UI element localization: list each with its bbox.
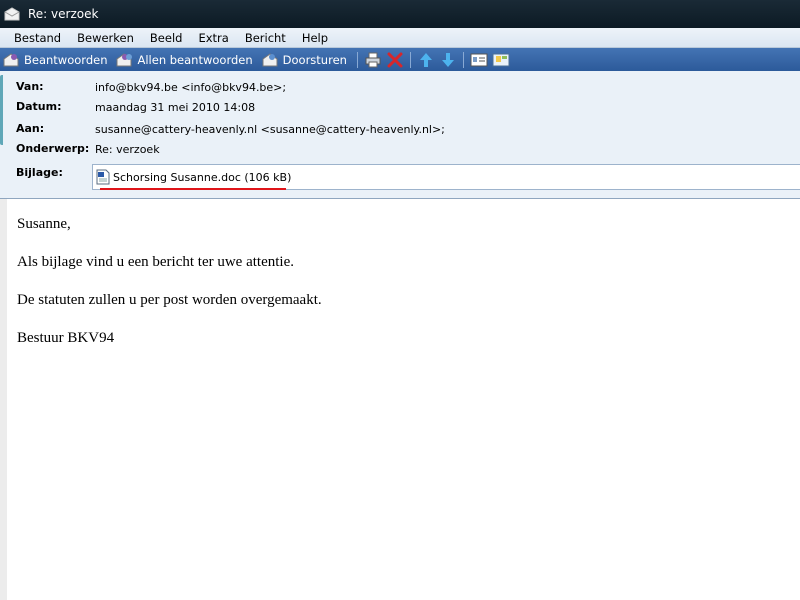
from-value: info@bkv94.be <info@bkv94.be>;: [95, 81, 287, 94]
to-value: susanne@cattery-heavenly.nl <susanne@cat…: [95, 123, 445, 136]
reply-all-icon: [116, 52, 133, 66]
next-button[interactable]: [437, 49, 459, 70]
menu-help[interactable]: Help: [294, 31, 336, 45]
next-icon: [441, 52, 454, 67]
forward-button[interactable]: Doorsturen: [259, 49, 353, 70]
attachment-name: Schorsing Susanne.doc (106 kB): [113, 170, 292, 184]
toolbar-separator: [409, 51, 411, 68]
toolbar-separator: [462, 51, 464, 68]
menu-bestand[interactable]: Bestand: [6, 31, 69, 45]
to-label: Aan:: [16, 122, 45, 135]
toolbar-separator: [356, 51, 358, 68]
menu-bar: Bestand Bewerken Beeld Extra Bericht Hel…: [0, 28, 800, 48]
print-button[interactable]: [362, 49, 384, 70]
previous-icon: [419, 52, 432, 67]
print-icon: [365, 52, 381, 67]
message-header: Van: info@bkv94.be <info@bkv94.be>; Datu…: [0, 71, 800, 199]
reply-label: Beantwoorden: [24, 52, 108, 67]
date-label: Datum:: [16, 100, 62, 113]
title-bar: Re: verzoek: [0, 0, 800, 28]
subject-label: Onderwerp:: [16, 142, 90, 155]
window-title: Re: verzoek: [28, 7, 99, 21]
reply-all-button[interactable]: Allen beantwoorden: [113, 49, 258, 70]
contacts-icon: [470, 53, 488, 66]
forward-icon: [262, 52, 278, 66]
attachment-highlight-underline: [100, 188, 286, 190]
reply-icon: [3, 52, 19, 66]
body-paragraph: Bestuur BKV94: [17, 330, 115, 346]
message-body[interactable]: Susanne, Als bijlage vind u een bericht …: [0, 199, 800, 600]
menu-extra[interactable]: Extra: [190, 31, 236, 45]
body-paragraph: Susanne,: [17, 216, 71, 232]
subject-value: Re: verzoek: [95, 143, 160, 156]
delete-icon: [387, 52, 403, 67]
previous-button[interactable]: [415, 49, 437, 70]
attachment-item[interactable]: Schorsing Susanne.doc (106 kB): [96, 169, 291, 185]
addresses-button[interactable]: [490, 49, 512, 70]
delete-button[interactable]: [384, 49, 406, 70]
toolbar: Beantwoorden Allen beantwoorden Doorstur…: [0, 48, 800, 71]
reply-button[interactable]: Beantwoorden: [0, 49, 113, 70]
forward-label: Doorsturen: [282, 52, 347, 67]
menu-bewerken[interactable]: Bewerken: [69, 31, 142, 45]
reply-all-label: Allen beantwoorden: [137, 52, 253, 67]
body-paragraph: De statuten zullen u per post worden ove…: [17, 292, 322, 308]
contacts-button[interactable]: [468, 49, 490, 70]
from-label: Van:: [16, 80, 44, 93]
header-accent: [0, 75, 8, 145]
addresses-icon: [492, 53, 510, 66]
menu-bericht[interactable]: Bericht: [237, 31, 294, 45]
attachment-label: Bijlage:: [16, 166, 63, 179]
date-value: maandag 31 mei 2010 14:08: [95, 101, 256, 114]
attachment-box: Schorsing Susanne.doc (106 kB): [92, 164, 800, 190]
menu-beeld[interactable]: Beeld: [142, 31, 191, 45]
body-paragraph: Als bijlage vind u een bericht ter uwe a…: [17, 254, 294, 270]
word-document-icon: [96, 169, 110, 185]
envelope-icon: [4, 7, 20, 21]
